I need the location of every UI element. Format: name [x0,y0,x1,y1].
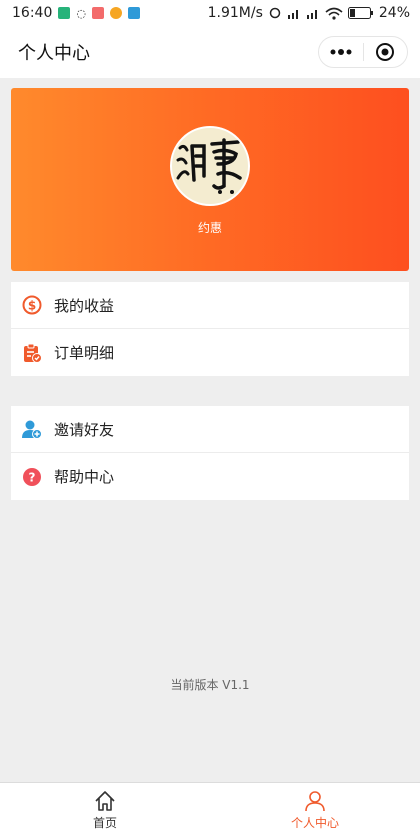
more-button[interactable] [319,37,363,67]
tab-label: 个人中心 [290,816,339,830]
app-notification-icon [91,7,104,19]
menu-item-order-details[interactable]: 订单明细 [11,329,409,376]
network-speed: 1.91M/s [207,5,263,21]
menu-group-social: 邀请好友 ? 帮助中心 [11,406,409,500]
menu-item-my-earnings[interactable]: $ 我的收益 [11,282,409,329]
more-dots-icon [330,49,352,55]
profile-banner: 约惠 [11,88,409,271]
menu-item-help-center[interactable]: ? 帮助中心 [11,453,409,500]
tab-label: 首页 [92,816,117,830]
avatar[interactable] [170,126,250,206]
navigation-bar: 个人中心 [0,26,420,78]
person-icon [305,791,325,812]
menu-item-invite-friends[interactable]: 邀请好友 [11,406,409,453]
capsule-menu [318,36,408,68]
battery-icon [347,7,373,19]
menu-item-label: 帮助中心 [54,468,115,486]
signal-2-icon [306,10,317,19]
dollar-circle-icon: $ [22,295,42,315]
calligraphy-avatar-image [176,138,242,194]
add-user-icon [22,419,42,439]
close-target-icon [376,43,395,61]
tab-profile[interactable]: 个人中心 [210,783,420,840]
shield-notification-icon [58,7,71,19]
svg-text:$: $ [28,299,36,313]
chat-notification-icon [127,7,140,19]
svg-text:?: ? [29,470,36,484]
menu-group-earnings: $ 我的收益 订单明细 [11,282,409,376]
username: 约惠 [197,221,222,235]
home-icon [95,791,115,811]
clock: 16:40 [12,5,53,21]
menu-item-label: 邀请好友 [54,420,115,439]
wifi-icon [325,7,343,20]
menu-item-label: 我的收益 [54,296,115,315]
close-button[interactable] [364,37,408,67]
alarm-icon [269,7,281,19]
location-notification-icon [109,7,122,19]
message-notification-icon: ◌ [76,6,86,20]
page-title: 个人中心 [18,43,90,64]
tab-bar: 首页 个人中心 [0,782,420,840]
clipboard-check-icon [22,343,42,363]
version-text: 当前版本 V1.1 [170,678,250,692]
question-circle-icon: ? [22,467,42,487]
menu-item-label: 订单明细 [54,344,115,362]
status-bar: 16:40 ◌ 1.91M/s 24% [0,0,420,26]
tab-home[interactable]: 首页 [0,783,210,840]
battery-percent: 24% [378,5,410,21]
signal-1-icon [287,10,298,19]
